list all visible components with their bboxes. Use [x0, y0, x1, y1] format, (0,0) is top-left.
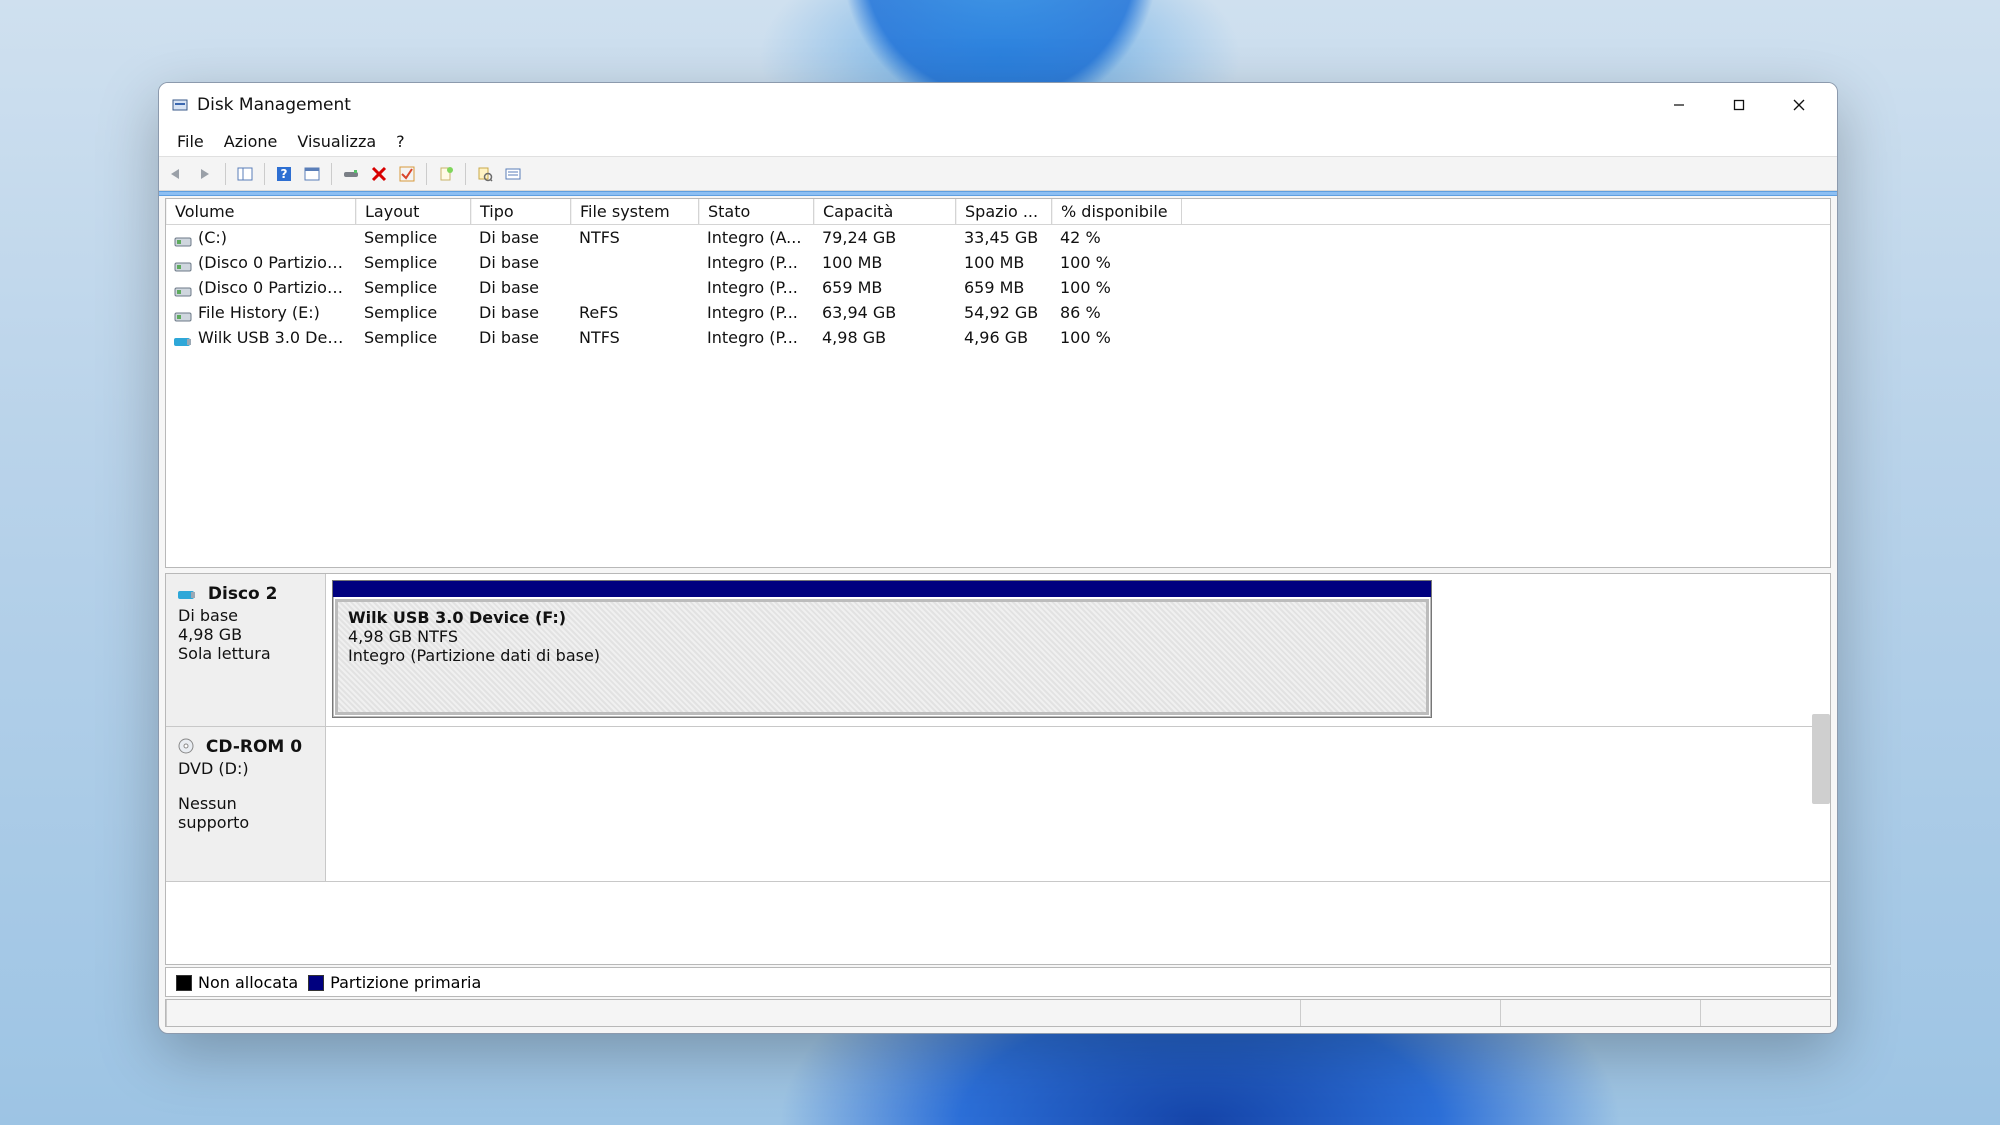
col-capacity[interactable]: Capacità	[814, 199, 956, 224]
check-icon[interactable]	[394, 161, 420, 187]
volume-row[interactable]: File History (E:)SempliceDi baseReFSInte…	[166, 300, 1830, 325]
new-icon[interactable]	[433, 161, 459, 187]
back-icon	[165, 161, 191, 187]
disk-label-cdrom[interactable]: CD-ROM 0 DVD (D:) Nessun supporto	[166, 727, 326, 881]
disk-row-cdrom[interactable]: CD-ROM 0 DVD (D:) Nessun supporto	[166, 727, 1830, 882]
help-icon[interactable]: ?	[271, 161, 297, 187]
delete-icon[interactable]	[366, 161, 392, 187]
legend: Non allocata Partizione primaria	[165, 967, 1831, 997]
menu-view[interactable]: Visualizza	[287, 128, 386, 155]
toolbar: ?	[159, 157, 1837, 191]
col-layout[interactable]: Layout	[356, 199, 471, 224]
volume-icon	[174, 258, 192, 270]
cdrom-name: CD-ROM 0	[206, 737, 302, 757]
menu-file[interactable]: File	[167, 128, 214, 155]
details-icon[interactable]	[500, 161, 526, 187]
volume-list[interactable]: Volume Layout Tipo File system Stato Cap…	[165, 198, 1831, 568]
volume-row[interactable]: Wilk USB 3.0 Devi...SempliceDi baseNTFSI…	[166, 325, 1830, 350]
menu-bar: File Azione Visualizza ?	[159, 127, 1837, 157]
disk-row-disk2[interactable]: Disco 2 Di base 4,98 GB Sola lettura Wil…	[166, 574, 1830, 727]
cdrom-line2: Nessun supporto	[178, 794, 313, 832]
menu-help[interactable]: ?	[386, 128, 415, 155]
col-fs[interactable]: File system	[571, 199, 699, 224]
maximize-button[interactable]	[1709, 83, 1769, 127]
disk2-mode: Sola lettura	[178, 644, 313, 663]
menu-action[interactable]: Azione	[214, 128, 288, 155]
close-button[interactable]	[1769, 83, 1829, 127]
scrollbar-thumb[interactable]	[1812, 714, 1830, 804]
legend-primary: Partizione primaria	[308, 973, 481, 992]
minimize-button[interactable]	[1649, 83, 1709, 127]
volume-icon	[174, 308, 192, 320]
app-icon	[171, 96, 189, 114]
refresh-icon[interactable]	[299, 161, 325, 187]
volume-icon	[174, 333, 192, 345]
window-title: Disk Management	[197, 95, 351, 115]
col-status[interactable]: Stato	[699, 199, 814, 224]
volume-icon	[174, 283, 192, 295]
list-header[interactable]: Volume Layout Tipo File system Stato Cap…	[166, 199, 1830, 225]
status-bar	[165, 999, 1831, 1027]
partition-name: Wilk USB 3.0 Device (F:)	[348, 608, 1416, 627]
volume-row[interactable]: (C:)SempliceDi baseNTFSIntegro (A...79,2…	[166, 225, 1830, 250]
disk2-type: Di base	[178, 606, 313, 625]
col-free[interactable]: Spazio ...	[956, 199, 1052, 224]
disk-management-window: Disk Management File Azione Visualizza ?…	[158, 82, 1838, 1034]
volume-icon	[174, 233, 192, 245]
disk-graphical-pane[interactable]: Disco 2 Di base 4,98 GB Sola lettura Wil…	[165, 573, 1831, 965]
usb-disk-icon	[178, 586, 196, 606]
cdrom-icon	[178, 739, 194, 759]
legend-unallocated: Non allocata	[176, 973, 298, 992]
disk-label-disk2[interactable]: Disco 2 Di base 4,98 GB Sola lettura	[166, 574, 326, 726]
forward-icon	[193, 161, 219, 187]
find-icon[interactable]	[472, 161, 498, 187]
cdrom-line1: DVD (D:)	[178, 759, 313, 778]
disk2-name: Disco 2	[208, 584, 278, 604]
col-pct[interactable]: % disponibile	[1052, 199, 1182, 224]
show-hide-tree-icon[interactable]	[232, 161, 258, 187]
volume-row[interactable]: (Disco 0 Partizion...SempliceDi baseInte…	[166, 250, 1830, 275]
svg-text:?: ?	[281, 167, 288, 181]
col-volume[interactable]: Volume	[166, 199, 356, 224]
eject-icon[interactable]	[338, 161, 364, 187]
partition-status: Integro (Partizione dati di base)	[348, 646, 1416, 665]
disk2-size: 4,98 GB	[178, 625, 313, 644]
volume-row[interactable]: (Disco 0 Partizion...SempliceDi baseInte…	[166, 275, 1830, 300]
titlebar[interactable]: Disk Management	[159, 83, 1837, 127]
partition-detail: 4,98 GB NTFS	[348, 627, 1416, 646]
partition-wilk-usb[interactable]: Wilk USB 3.0 Device (F:) 4,98 GB NTFS In…	[332, 580, 1432, 718]
col-type[interactable]: Tipo	[471, 199, 571, 224]
